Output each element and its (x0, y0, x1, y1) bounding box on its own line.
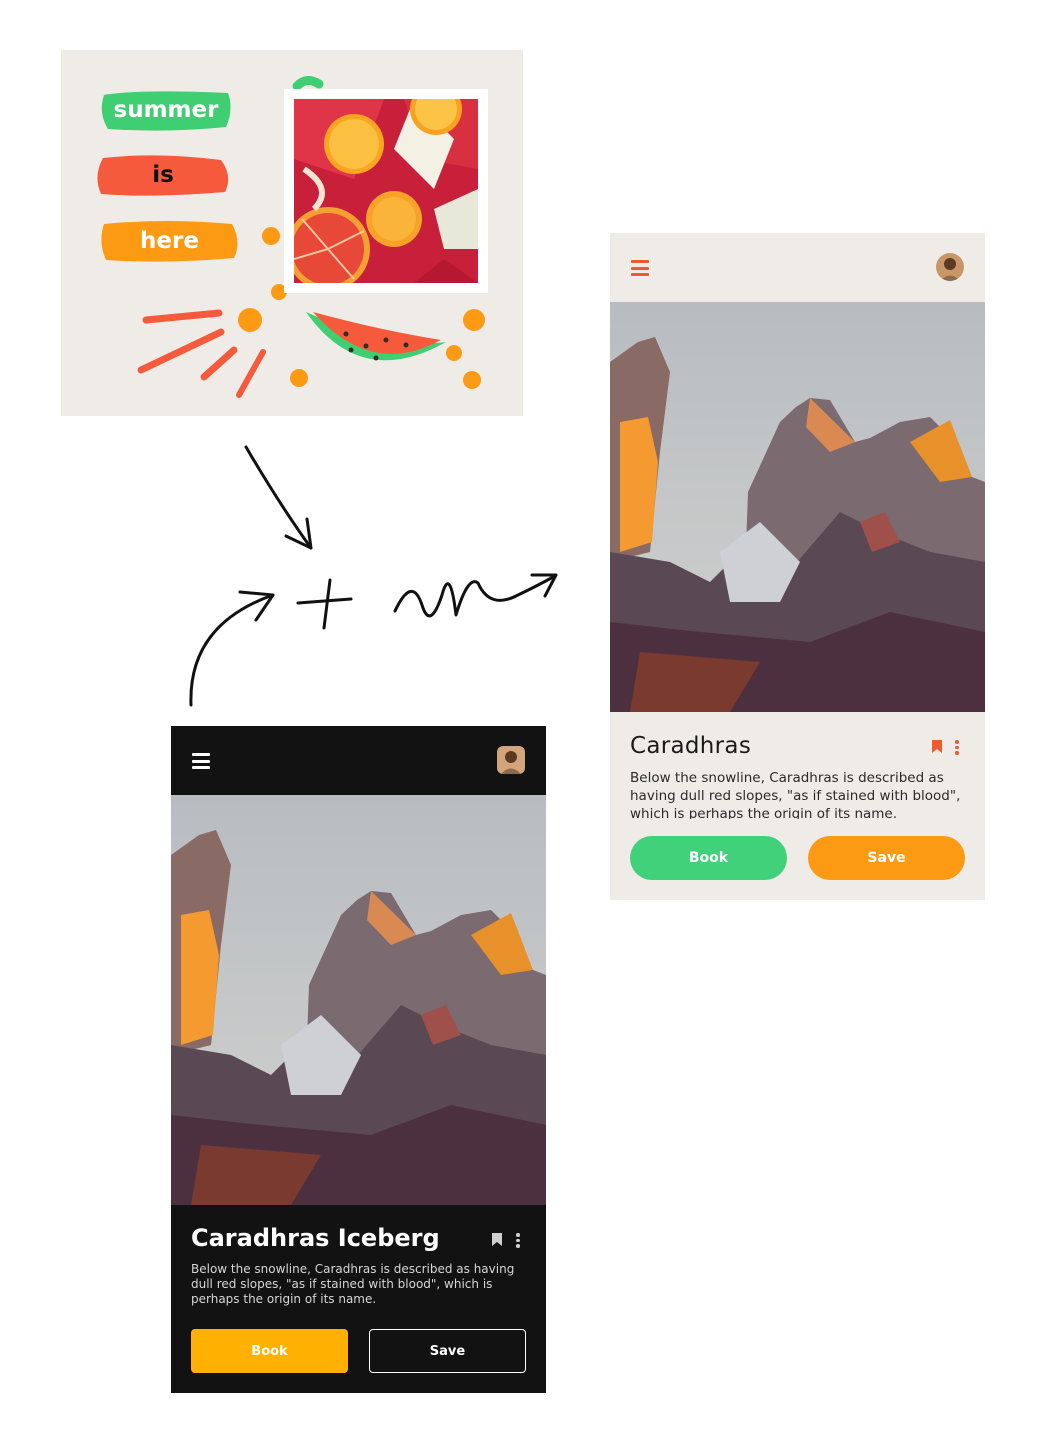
avatar[interactable] (497, 746, 525, 774)
dark-mobile-card: Caradhras Iceberg Below the snowline, Ca… (171, 726, 546, 1393)
place-title: Caradhras Iceberg (191, 1224, 440, 1252)
mountain-image (610, 302, 985, 712)
fruit-photo (284, 89, 488, 293)
save-button[interactable]: Save (369, 1329, 526, 1373)
arrow-doodles (189, 445, 558, 707)
avatar[interactable] (936, 253, 964, 281)
bookmark-icon[interactable] (932, 740, 942, 753)
more-vertical-icon[interactable] (955, 740, 959, 755)
mountain-image (171, 795, 546, 1205)
save-button[interactable]: Save (808, 836, 965, 880)
hamburger-icon[interactable] (631, 260, 649, 276)
bookmark-icon[interactable] (492, 1233, 502, 1246)
hamburger-icon[interactable] (192, 753, 210, 769)
book-button[interactable]: Book (630, 836, 787, 880)
moodboard: summer is here (61, 50, 523, 416)
light-mobile-card: Caradhras Below the snowline, Caradhras … (610, 233, 985, 900)
app-header (610, 233, 985, 302)
place-title: Caradhras (630, 733, 752, 759)
book-button[interactable]: Book (191, 1329, 348, 1373)
place-description: Below the snowline, Caradhras is describ… (630, 770, 961, 819)
place-description: Below the snowline, Caradhras is describ… (191, 1262, 515, 1306)
more-vertical-icon[interactable] (516, 1233, 520, 1248)
